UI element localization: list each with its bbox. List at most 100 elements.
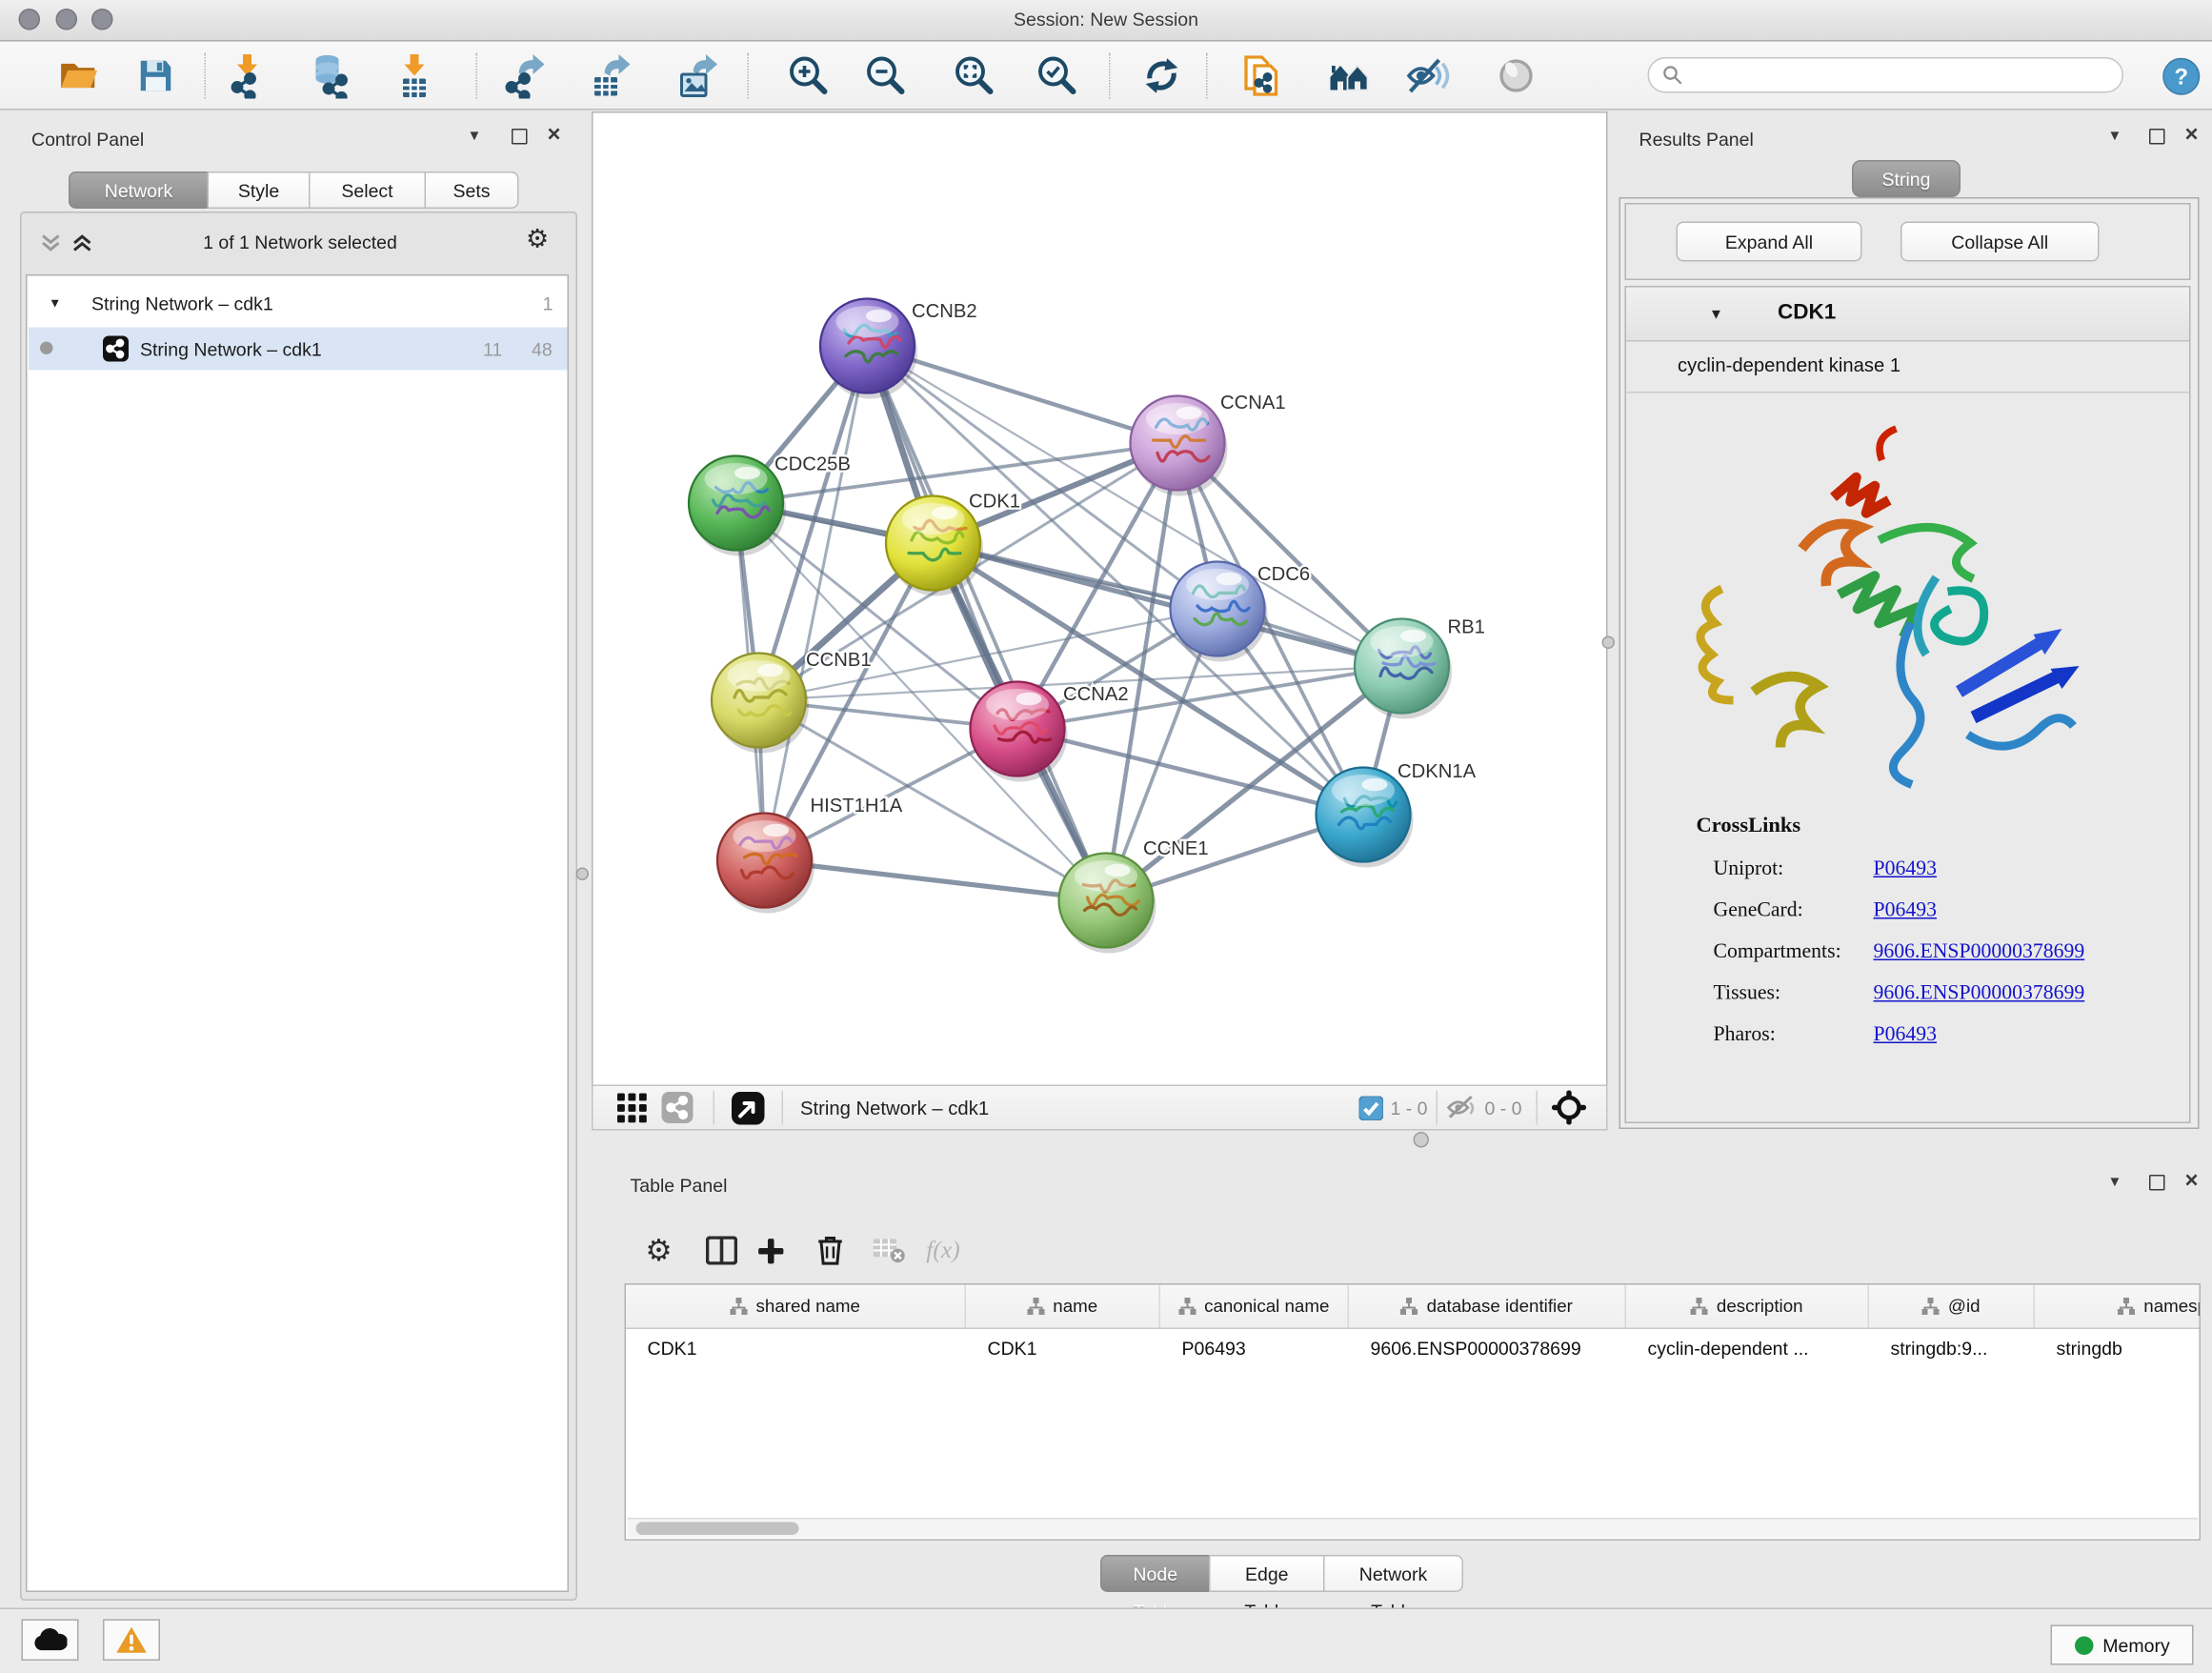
search-field[interactable] <box>1648 57 2124 93</box>
column-header--id[interactable]: @id <box>1869 1285 2035 1328</box>
control-panel-float-icon[interactable] <box>512 129 528 149</box>
table-columns-icon[interactable] <box>700 1229 743 1272</box>
table-cell[interactable]: cyclin-dependent ... <box>1626 1337 1869 1359</box>
collection-count: 1 <box>543 293 553 315</box>
column-header-name[interactable]: name <box>966 1285 1160 1328</box>
crosslink-pharos-link[interactable]: P06493 <box>1874 1023 1937 1048</box>
save-session-button[interactable] <box>131 50 182 102</box>
table-cell[interactable]: P06493 <box>1160 1337 1349 1359</box>
expand-all-button[interactable]: Expand All <box>1677 222 1862 262</box>
gene-section-header[interactable]: ▼ CDK1 <box>1626 288 2189 342</box>
network-collection-row[interactable]: ▼ String Network – cdk1 1 <box>29 285 568 328</box>
network-node-CCNA2[interactable] <box>971 682 1068 782</box>
open-session-button[interactable] <box>51 50 103 102</box>
tab-sets[interactable]: Sets <box>425 171 519 209</box>
network-canvas[interactable]: CCNB2CCNA1CDC25BCDK1CDC6RB1CCNB1CCNA2CDK… <box>592 111 1608 1086</box>
crosslink-compartments-link[interactable]: 9606.ENSP00000378699 <box>1874 940 2085 965</box>
horizontal-scrollbar[interactable] <box>628 1518 2199 1538</box>
table-panel-close-icon[interactable]: × <box>2185 1169 2199 1195</box>
network-node-RB1[interactable] <box>1355 619 1452 719</box>
collection-disclosure-icon[interactable]: ▼ <box>49 296 61 311</box>
zoom-in-button[interactable] <box>782 50 834 102</box>
control-panel-close-icon[interactable]: × <box>548 123 561 149</box>
network-node-CCNE1[interactable] <box>1059 854 1156 954</box>
results-panel-float-icon[interactable] <box>2149 129 2165 149</box>
crosslink-tissues-link[interactable]: 9606.ENSP00000378699 <box>1874 982 2085 1007</box>
tab-select[interactable]: Select <box>309 171 426 209</box>
gene-disclosure-icon[interactable]: ▼ <box>1709 308 1723 324</box>
function-builder-icon[interactable]: f(x) <box>922 1229 965 1272</box>
birds-eye-icon[interactable] <box>732 1091 765 1124</box>
table-cell[interactable]: CDK1 <box>626 1337 966 1359</box>
crosslink-genecard-link[interactable]: P06493 <box>1874 899 1937 924</box>
export-table-button[interactable] <box>583 50 634 102</box>
table-row[interactable]: CDK1CDK1P064939606.ENSP00000378699cyclin… <box>626 1329 2200 1366</box>
network-node-CCNA1[interactable] <box>1131 396 1228 496</box>
network-from-document-button[interactable] <box>1237 50 1288 102</box>
left-splitter-knob[interactable] <box>576 868 590 881</box>
refresh-button[interactable] <box>1136 50 1188 102</box>
import-network-button[interactable] <box>223 50 274 102</box>
network-options-gear-icon[interactable]: ⚙ <box>526 225 549 255</box>
crosslink-uniprot-link[interactable]: P06493 <box>1874 857 1937 882</box>
table-cell[interactable]: stringdb <box>2035 1337 2201 1359</box>
network-node-HIST1H1A[interactable] <box>717 814 814 914</box>
share-network-icon <box>103 336 129 362</box>
tab-style[interactable]: Style <box>208 171 311 209</box>
zoom-selected-button[interactable] <box>1031 50 1082 102</box>
network-node-CCNB1[interactable] <box>712 654 809 754</box>
tab-network[interactable]: Network <box>69 171 209 209</box>
delete-column-trash-icon[interactable] <box>809 1229 852 1272</box>
table-cell[interactable]: CDK1 <box>966 1337 1160 1359</box>
collapse-all-networks-icon[interactable] <box>40 233 62 253</box>
network-node-CDKN1A[interactable] <box>1317 768 1414 868</box>
clear-table-icon[interactable] <box>868 1229 911 1272</box>
column-header-description[interactable]: description <box>1626 1285 1869 1328</box>
hierarchy-icon <box>1922 1298 1940 1315</box>
expand-all-networks-icon[interactable] <box>71 233 93 253</box>
results-panel-float-menu-icon[interactable]: ▼ <box>2108 129 2122 145</box>
hidden-eye-icon[interactable] <box>1446 1094 1478 1122</box>
column-header-shared-name[interactable]: shared name <box>626 1285 966 1328</box>
table-cell[interactable]: 9606.ENSP00000378699 <box>1349 1337 1626 1359</box>
show-graphics-details-button[interactable] <box>1491 50 1542 102</box>
right-splitter-knob[interactable] <box>1602 636 1616 650</box>
cloud-button[interactable] <box>22 1620 79 1662</box>
hide-graphics-details-button[interactable] <box>1402 50 1454 102</box>
selected-checkbox-icon[interactable] <box>1358 1096 1383 1120</box>
network-node-CDC25B[interactable] <box>689 456 786 556</box>
table-panel-float-icon[interactable] <box>2149 1175 2165 1195</box>
tab-edge-table[interactable]: Edge Table <box>1209 1555 1325 1592</box>
zoom-fit-button[interactable] <box>948 50 999 102</box>
horizontal-splitter-knob[interactable] <box>1414 1132 1430 1148</box>
navigator-crosshair-icon[interactable] <box>1552 1091 1586 1125</box>
scrollbar-thumb[interactable] <box>636 1522 799 1536</box>
import-table-from-database-button[interactable] <box>306 50 357 102</box>
results-panel-close-icon[interactable]: × <box>2185 123 2199 149</box>
column-header-namespace[interactable]: namespace <box>2035 1285 2201 1328</box>
table-cell[interactable]: stringdb:9... <box>1869 1337 2035 1359</box>
grid-view-icon[interactable] <box>617 1093 648 1123</box>
memory-button[interactable]: Memory <box>2051 1625 2194 1665</box>
search-input[interactable] <box>1683 63 2089 88</box>
table-panel-float-menu-icon[interactable]: ▼ <box>2108 1175 2122 1191</box>
add-column-icon[interactable] <box>749 1229 792 1272</box>
column-header-canonical-name[interactable]: canonical name <box>1160 1285 1349 1328</box>
network-row-selected[interactable]: String Network – cdk1 11 48 <box>29 328 568 371</box>
tab-string[interactable]: String <box>1852 160 1961 197</box>
zoom-out-button[interactable] <box>859 50 911 102</box>
tab-node-table[interactable]: Node Table <box>1100 1555 1211 1592</box>
import-table-from-file-button[interactable] <box>389 50 440 102</box>
help-button[interactable]: ? <box>2161 50 2201 102</box>
home-button[interactable] <box>1323 50 1375 102</box>
export-image-button[interactable] <box>671 50 722 102</box>
column-header-database-identifier[interactable]: database identifier <box>1349 1285 1626 1328</box>
collapse-all-button[interactable]: Collapse All <box>1900 222 2100 262</box>
table-gear-icon[interactable]: ⚙ <box>637 1229 680 1272</box>
export-network-button[interactable] <box>499 50 551 102</box>
tab-network-table[interactable]: Network Table <box>1323 1555 1463 1592</box>
control-panel-float-menu-icon[interactable]: ▼ <box>468 129 482 145</box>
share-network-gray-icon[interactable] <box>662 1092 694 1123</box>
gene-description-row: cyclin-dependent kinase 1 <box>1626 342 2189 393</box>
warning-button[interactable] <box>103 1620 160 1662</box>
